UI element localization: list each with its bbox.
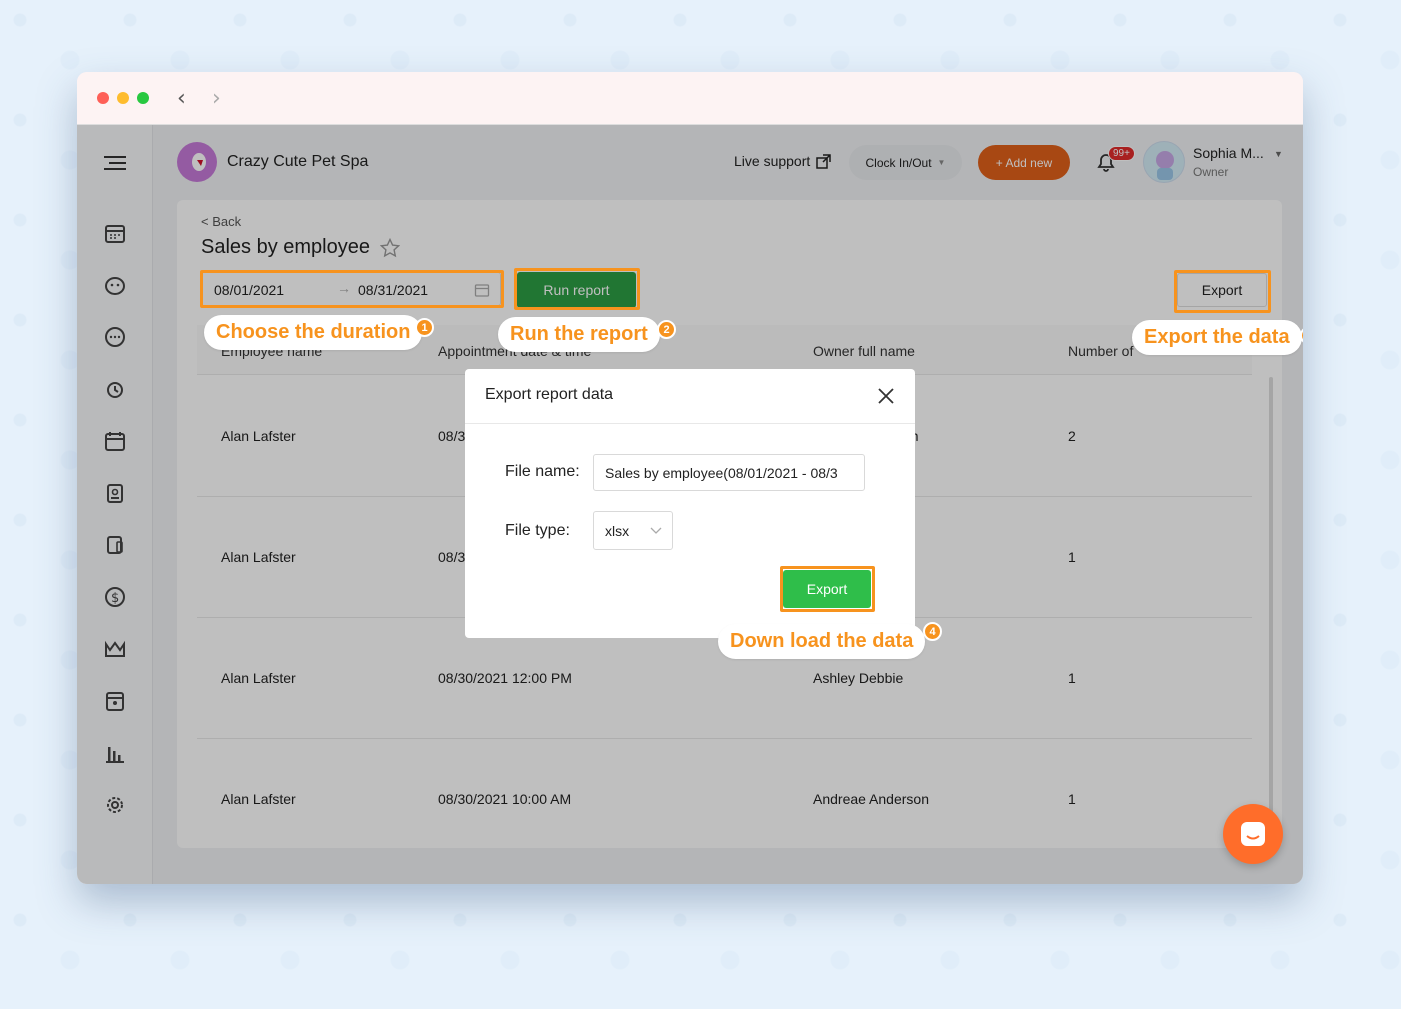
highlight-modal-export	[780, 566, 875, 612]
title-bar: ‹ ›	[77, 72, 1303, 125]
file-type-select[interactable]: xlsx	[593, 511, 673, 550]
file-name-label: File name:	[505, 463, 580, 480]
chevron-down-icon	[650, 527, 662, 534]
callout-download-data: Down load the data	[718, 624, 926, 659]
close-window-button[interactable]	[97, 92, 109, 104]
callout-badge-2: 2	[657, 320, 676, 339]
back-arrow-icon[interactable]: ‹	[177, 86, 186, 111]
minimize-window-button[interactable]	[117, 92, 129, 104]
file-type-label: File type:	[505, 522, 570, 539]
modal-divider	[465, 423, 915, 424]
callout-badge-4: 4	[923, 622, 942, 641]
file-type-value: xlsx	[605, 523, 630, 539]
close-icon[interactable]	[877, 387, 895, 405]
forward-arrow-icon[interactable]: ›	[212, 86, 221, 111]
highlight-export	[1174, 270, 1271, 313]
modal-title: Export report data	[485, 386, 614, 403]
maximize-window-button[interactable]	[137, 92, 149, 104]
browser-window: ‹ › $ Crazy Cute Pet Spa Live support Cl…	[77, 72, 1303, 884]
highlight-run-report	[514, 268, 640, 310]
highlight-date-range	[200, 270, 504, 308]
callout-badge-1: 1	[415, 318, 434, 337]
callout-export-data: Export the data	[1132, 320, 1302, 355]
callout-choose-duration: Choose the duration	[204, 315, 423, 350]
file-name-input[interactable]: Sales by employee(08/01/2021 - 08/3	[593, 454, 865, 491]
callout-run-report: Run the report	[498, 317, 660, 352]
chat-bubble-icon	[1241, 822, 1265, 846]
file-name-value: Sales by employee(08/01/2021 - 08/3	[605, 465, 838, 481]
chat-launcher-button[interactable]	[1223, 804, 1283, 864]
